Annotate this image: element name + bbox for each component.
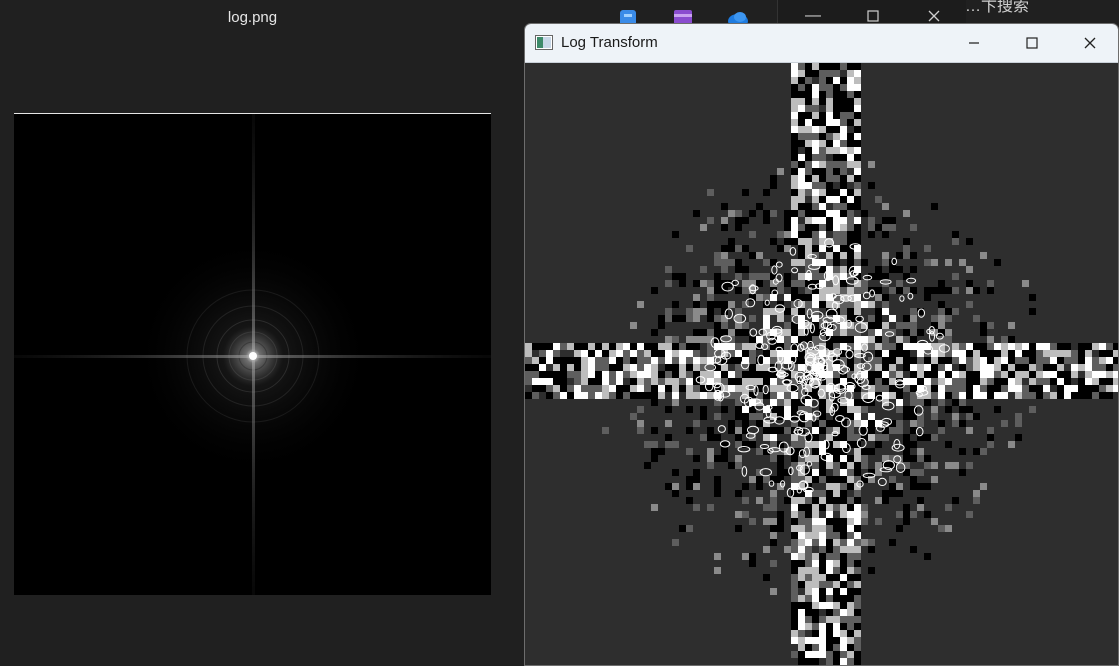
background-window-text: …卞搜索 xyxy=(965,0,1030,15)
viewer-title: log.png xyxy=(227,9,278,26)
close-button[interactable] xyxy=(1061,24,1118,62)
maximize-button[interactable] xyxy=(1003,24,1061,62)
close-icon xyxy=(1084,37,1096,49)
log-transform-window: Log Transform xyxy=(524,23,1119,666)
image-app-icon xyxy=(535,35,553,50)
window-titlebar[interactable]: Log Transform xyxy=(525,24,1118,63)
minimize-button[interactable] xyxy=(945,24,1003,62)
window-title: Log Transform xyxy=(561,34,658,51)
log-transform-canvas xyxy=(525,63,1118,665)
maximize-icon xyxy=(1026,37,1038,49)
minimize-icon xyxy=(969,42,979,44)
fft-spectrum-image xyxy=(14,114,491,595)
